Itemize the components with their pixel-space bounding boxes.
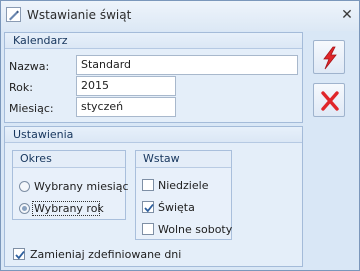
radio-selected-year[interactable] [19, 203, 30, 214]
checkmark-icon [144, 203, 154, 213]
checkbox-replace-defined-days[interactable] [13, 248, 25, 260]
dialog-window: Wstawianie świąt ✕ Kalendarz Nazwa: Stan… [0, 0, 360, 271]
app-edit-icon [6, 7, 21, 22]
window-title: Wstawianie świąt [27, 8, 132, 22]
checkmark-icon [15, 250, 25, 260]
name-label: Nazwa: [9, 60, 50, 73]
lightning-icon [323, 46, 337, 70]
radio-selected-year-label[interactable]: Wybrany rok [34, 202, 104, 215]
month-label: Miesiąc: [9, 102, 54, 115]
checkbox-free-saturdays-label[interactable]: Wolne soboty [158, 223, 232, 236]
red-x-icon [321, 91, 339, 111]
settings-panel: Ustawienia Okres Wybrany miesiąc Wybrany… [4, 126, 303, 267]
year-label: Rok: [9, 81, 33, 94]
checkbox-sundays[interactable] [142, 179, 154, 191]
period-group-title: Okres [13, 151, 125, 168]
calendar-panel-header: Kalendarz [5, 33, 302, 49]
radio-selected-month-label[interactable]: Wybrany miesiąc [34, 180, 129, 193]
settings-panel-header: Ustawienia [5, 127, 302, 143]
checkbox-replace-defined-days-label[interactable]: Zamieniaj zdefiniowane dni [30, 248, 181, 261]
checkbox-holidays-label[interactable]: Święta [158, 201, 195, 214]
year-field[interactable]: 2015 [76, 76, 176, 96]
run-button[interactable] [313, 40, 345, 74]
checkbox-free-saturdays[interactable] [142, 223, 154, 235]
checkbox-holidays[interactable] [142, 201, 154, 213]
title-bar: Wstawianie świąt ✕ [1, 1, 359, 31]
checkbox-sundays-label[interactable]: Niedziele [158, 179, 208, 192]
name-field[interactable]: Standard [76, 55, 298, 75]
cancel-button[interactable] [313, 83, 345, 117]
close-button[interactable]: ✕ [339, 7, 355, 23]
insert-group: Wstaw Niedziele Święta Wolne soboty [135, 150, 232, 240]
insert-group-title: Wstaw [136, 151, 231, 168]
calendar-panel: Kalendarz Nazwa: Standard Rok: 2015 Mies… [4, 32, 303, 123]
period-group: Okres Wybrany miesiąc Wybrany rok [12, 150, 129, 220]
month-field[interactable]: styczeń [76, 97, 176, 117]
radio-selected-month[interactable] [19, 181, 30, 192]
